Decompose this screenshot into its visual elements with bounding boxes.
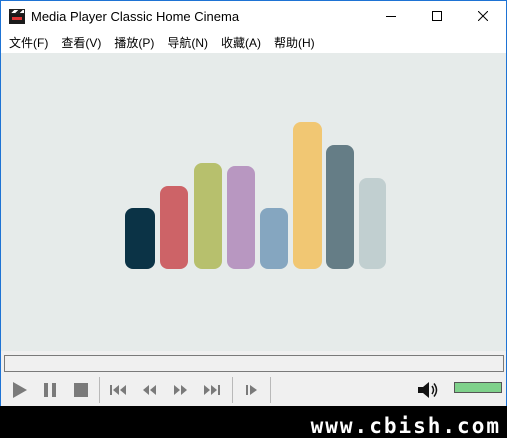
close-button[interactable] [460,1,506,31]
play-icon [13,382,27,398]
minimize-button[interactable] [368,1,414,31]
logo-bar [227,166,255,269]
frame-step-icon [246,385,257,395]
mute-button[interactable] [415,377,441,403]
pause-button[interactable] [37,377,63,403]
skip-forward-button[interactable] [199,377,225,403]
stop-button[interactable] [68,377,94,403]
logo-bar [125,208,155,269]
logo-bar [194,163,222,269]
play-button[interactable] [6,377,32,403]
menu-play[interactable]: 播放(P) [108,32,160,53]
window-title: Media Player Classic Home Cinema [31,8,240,24]
rewind-icon [143,385,156,395]
separator [99,377,100,403]
seek-area [1,351,506,375]
separator [270,377,271,403]
menu-favorites[interactable]: 收藏(A) [215,32,267,53]
control-bar [1,375,506,407]
rewind-button[interactable] [137,377,163,403]
maximize-button[interactable] [414,1,460,31]
skip-back-icon [110,385,126,395]
pause-icon [44,383,56,397]
fast-forward-icon [174,385,187,395]
skip-back-button[interactable] [106,377,132,403]
title-bar[interactable]: Media Player Classic Home Cinema [1,1,506,31]
logo-bar [326,145,354,269]
menu-view[interactable]: 查看(V) [55,32,107,53]
menu-file[interactable]: 文件(F) [3,32,54,53]
skip-forward-icon [204,385,220,395]
stop-icon [74,383,88,397]
close-icon [478,11,488,21]
maximize-icon [432,11,442,21]
menu-bar: 文件(F) 查看(V) 播放(P) 导航(N) 收藏(A) 帮助(H) [1,31,506,53]
logo-bar [359,178,386,269]
separator [232,377,233,403]
menu-navigate[interactable]: 导航(N) [161,32,214,53]
watermark-text: www.cbish.com [310,414,501,438]
volume-slider[interactable] [454,382,502,393]
seek-bar[interactable] [4,355,504,372]
clapperboard-icon [9,8,25,24]
watermark-band: www.cbish.com [0,406,507,438]
logo-bar [260,208,288,269]
mpc-window: Media Player Classic Home Cinema 文件(F) 查… [0,0,507,438]
logo-bar [293,122,322,269]
minimize-icon [386,16,396,17]
video-area[interactable] [1,53,506,351]
fast-forward-button[interactable] [168,377,194,403]
frame-step-button[interactable] [239,377,265,403]
volume-icon [418,382,438,398]
menu-help[interactable]: 帮助(H) [268,32,321,53]
logo-bar [160,186,188,269]
